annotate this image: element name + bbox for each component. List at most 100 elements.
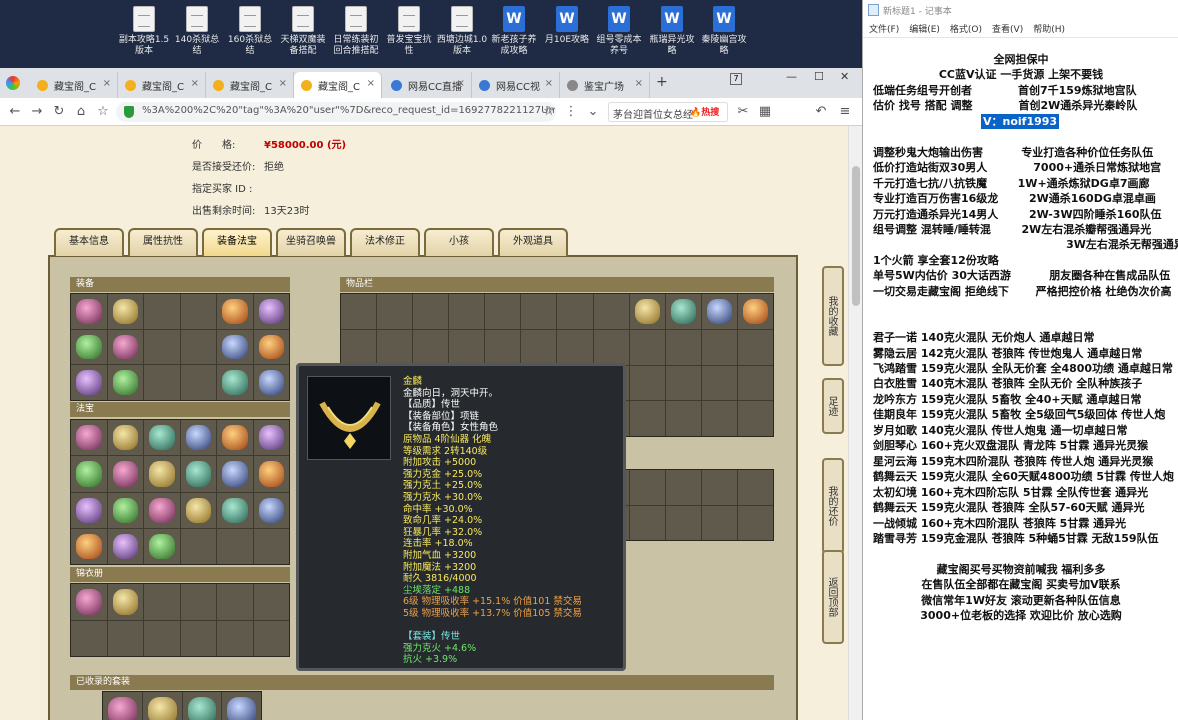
item-slot-icon[interactable] [217, 492, 253, 528]
notepad-menu-item[interactable]: 文件(F) [869, 25, 899, 35]
side-button-2[interactable]: 足迹 [822, 378, 844, 434]
empty-slot[interactable] [217, 584, 253, 620]
item-slot-icon[interactable] [107, 528, 143, 564]
empty-slot[interactable] [701, 505, 737, 540]
back-icon[interactable]: ← [6, 103, 24, 121]
page-tab-4[interactable]: 坐骑召唤兽 [276, 228, 346, 256]
empty-slot[interactable] [629, 365, 665, 401]
close-window-icon[interactable]: ✕ [840, 70, 849, 83]
empty-slot[interactable] [144, 294, 180, 329]
browser-tab-6[interactable]: 网易CC视 × [472, 72, 560, 98]
empty-slot[interactable] [701, 365, 737, 401]
item-slot-icon[interactable] [71, 584, 107, 620]
item-slot-icon[interactable] [180, 492, 216, 528]
page-tab-1[interactable]: 基本信息 [54, 228, 124, 256]
desktop-file-11[interactable]: W 瓶瑞异光攻略 [646, 6, 698, 57]
item-slot-icon[interactable] [71, 456, 107, 492]
empty-slot[interactable] [253, 620, 289, 656]
maximize-icon[interactable]: ☐ [814, 70, 824, 83]
item-slot-icon[interactable] [107, 329, 143, 365]
tab-close-icon[interactable]: × [367, 78, 375, 89]
scrollbar-thumb[interactable] [852, 166, 860, 306]
empty-slot[interactable] [557, 294, 593, 329]
empty-slot[interactable] [144, 365, 180, 400]
item-slot-icon[interactable] [71, 492, 107, 528]
desktop-file-9[interactable]: W 月10E攻略 [541, 6, 593, 46]
browser-tab-1[interactable]: 藏宝阁_C × [30, 72, 118, 98]
page-tab-5[interactable]: 法术修正 [350, 228, 420, 256]
empty-slot[interactable] [144, 620, 180, 656]
new-tab-icon[interactable]: + [656, 74, 668, 90]
empty-slot[interactable] [629, 505, 665, 540]
item-slot-icon[interactable] [71, 528, 107, 564]
empty-slot[interactable] [413, 294, 449, 329]
empty-slot[interactable] [665, 505, 701, 540]
reload-icon[interactable]: ↻ [50, 103, 68, 121]
browser-tab-5[interactable]: 网易CC直播 × [384, 72, 472, 98]
item-slot-icon[interactable] [71, 365, 107, 400]
item-slot-icon[interactable] [71, 329, 107, 365]
empty-slot[interactable] [377, 329, 413, 365]
browser-tab-2[interactable]: 藏宝阁_C × [118, 72, 206, 98]
desktop-file-1[interactable]: 副本攻略1.5版本 [118, 6, 170, 57]
item-slot-icon[interactable] [665, 294, 701, 329]
item-slot-icon[interactable] [107, 294, 143, 329]
desktop-file-10[interactable]: W 组号零成本养号 [593, 6, 645, 57]
empty-slot[interactable] [665, 470, 701, 505]
desktop-file-2[interactable]: 140杀狱总结 [171, 6, 223, 57]
item-slot-icon[interactable] [253, 329, 289, 365]
desktop-file-3[interactable]: 160杀狱总结 [224, 6, 276, 57]
side-button-3[interactable]: 我的还价 [822, 458, 844, 554]
item-slot-icon[interactable] [144, 420, 180, 456]
empty-slot[interactable] [217, 620, 253, 656]
tab-search-icon[interactable]: 7 [730, 73, 742, 85]
empty-slot[interactable] [180, 620, 216, 656]
page-scrollbar[interactable] [848, 126, 862, 720]
item-slot-icon[interactable] [217, 294, 253, 329]
item-slot-icon[interactable] [701, 294, 737, 329]
page-tab-6[interactable]: 小孩 [424, 228, 494, 256]
item-slot-icon[interactable] [103, 692, 142, 720]
minimize-icon[interactable]: — [786, 70, 797, 83]
home-icon[interactable]: ⌂ [72, 103, 90, 121]
empty-slot[interactable] [521, 294, 557, 329]
item-slot-icon[interactable] [180, 456, 216, 492]
empty-slot[interactable] [253, 528, 289, 564]
notepad-menu-item[interactable]: 编辑(E) [909, 25, 940, 35]
tab-close-icon[interactable]: × [103, 78, 111, 89]
item-slot-icon[interactable] [144, 456, 180, 492]
side-button-4[interactable]: 返回顶部 [822, 550, 844, 644]
desktop-file-5[interactable]: 日常练装初回合推搭配 [330, 6, 382, 57]
desktop-file-6[interactable]: 普发宝宝抗性 [383, 6, 435, 57]
favorite-icon[interactable]: ☆ [540, 103, 558, 121]
item-slot-icon[interactable] [182, 692, 222, 720]
browser-tab-4[interactable]: 藏宝阁_C × [294, 72, 382, 98]
item-slot-icon[interactable] [217, 420, 253, 456]
empty-slot[interactable] [737, 365, 773, 401]
item-slot-icon[interactable] [737, 294, 773, 329]
empty-slot[interactable] [180, 329, 216, 365]
item-slot-icon[interactable] [107, 365, 143, 400]
browser-logo-icon[interactable] [6, 76, 20, 90]
tab-close-icon[interactable]: × [457, 78, 465, 89]
desktop-file-8[interactable]: W 新老孩子养成攻略 [488, 6, 540, 57]
empty-slot[interactable] [665, 365, 701, 401]
empty-slot[interactable] [180, 528, 216, 564]
empty-slot[interactable] [521, 329, 557, 365]
browser-tab-7[interactable]: 鉴宝广场 × [560, 72, 650, 98]
item-slot-icon[interactable] [180, 420, 216, 456]
tab-close-icon[interactable]: × [545, 78, 553, 89]
item-slot-icon[interactable] [144, 528, 180, 564]
item-slot-icon[interactable] [107, 420, 143, 456]
empty-slot[interactable] [180, 294, 216, 329]
empty-slot[interactable] [701, 470, 737, 505]
empty-slot[interactable] [701, 329, 737, 365]
item-slot-icon[interactable] [217, 456, 253, 492]
empty-slot[interactable] [449, 329, 485, 365]
empty-slot[interactable] [665, 401, 701, 436]
item-slot-icon[interactable] [107, 584, 143, 620]
empty-slot[interactable] [737, 401, 773, 436]
empty-slot[interactable] [485, 294, 521, 329]
empty-slot[interactable] [737, 329, 773, 365]
item-slot-icon[interactable] [107, 492, 143, 528]
